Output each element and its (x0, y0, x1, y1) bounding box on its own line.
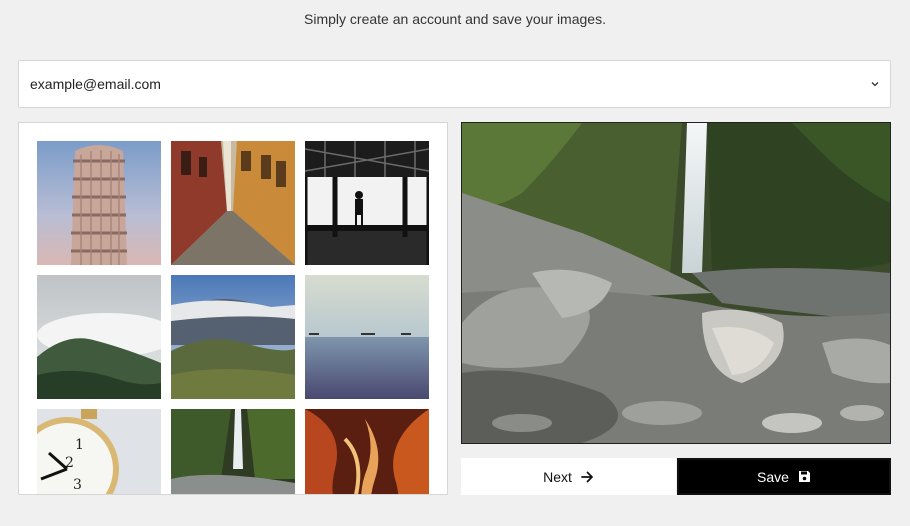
gallery-thumb-watch[interactable]: 1 2 3 (37, 409, 161, 494)
gallery-thumb-silhouette[interactable] (305, 141, 429, 265)
floppy-disk-icon (798, 471, 810, 482)
gallery-thumb-waterfall[interactable] (171, 409, 295, 494)
gallery-thumb-mountain[interactable] (37, 275, 161, 399)
gallery-thumb-tower[interactable] (37, 141, 161, 265)
gallery-thumb-sea[interactable] (305, 275, 429, 399)
page-tagline: Simply create an account and save your i… (304, 11, 606, 27)
svg-text:1: 1 (75, 437, 84, 453)
save-button-label: Save (757, 468, 789, 485)
gallery-thumb-valley[interactable] (171, 275, 295, 399)
email-select[interactable]: example@email.com (18, 60, 891, 108)
image-preview (461, 122, 891, 444)
gallery-thumb-street[interactable] (171, 141, 295, 265)
chevron-down-icon (871, 82, 879, 87)
arrow-right-icon (580, 471, 593, 482)
email-select-value: example@email.com (30, 76, 161, 92)
image-gallery[interactable]: 1 2 3 (18, 122, 448, 495)
next-button-label: Next (543, 468, 572, 485)
gallery-thumb-canyon[interactable] (305, 409, 429, 494)
next-button[interactable]: Next (461, 458, 676, 495)
save-button[interactable]: Save (677, 458, 891, 495)
svg-text:3: 3 (73, 477, 82, 493)
